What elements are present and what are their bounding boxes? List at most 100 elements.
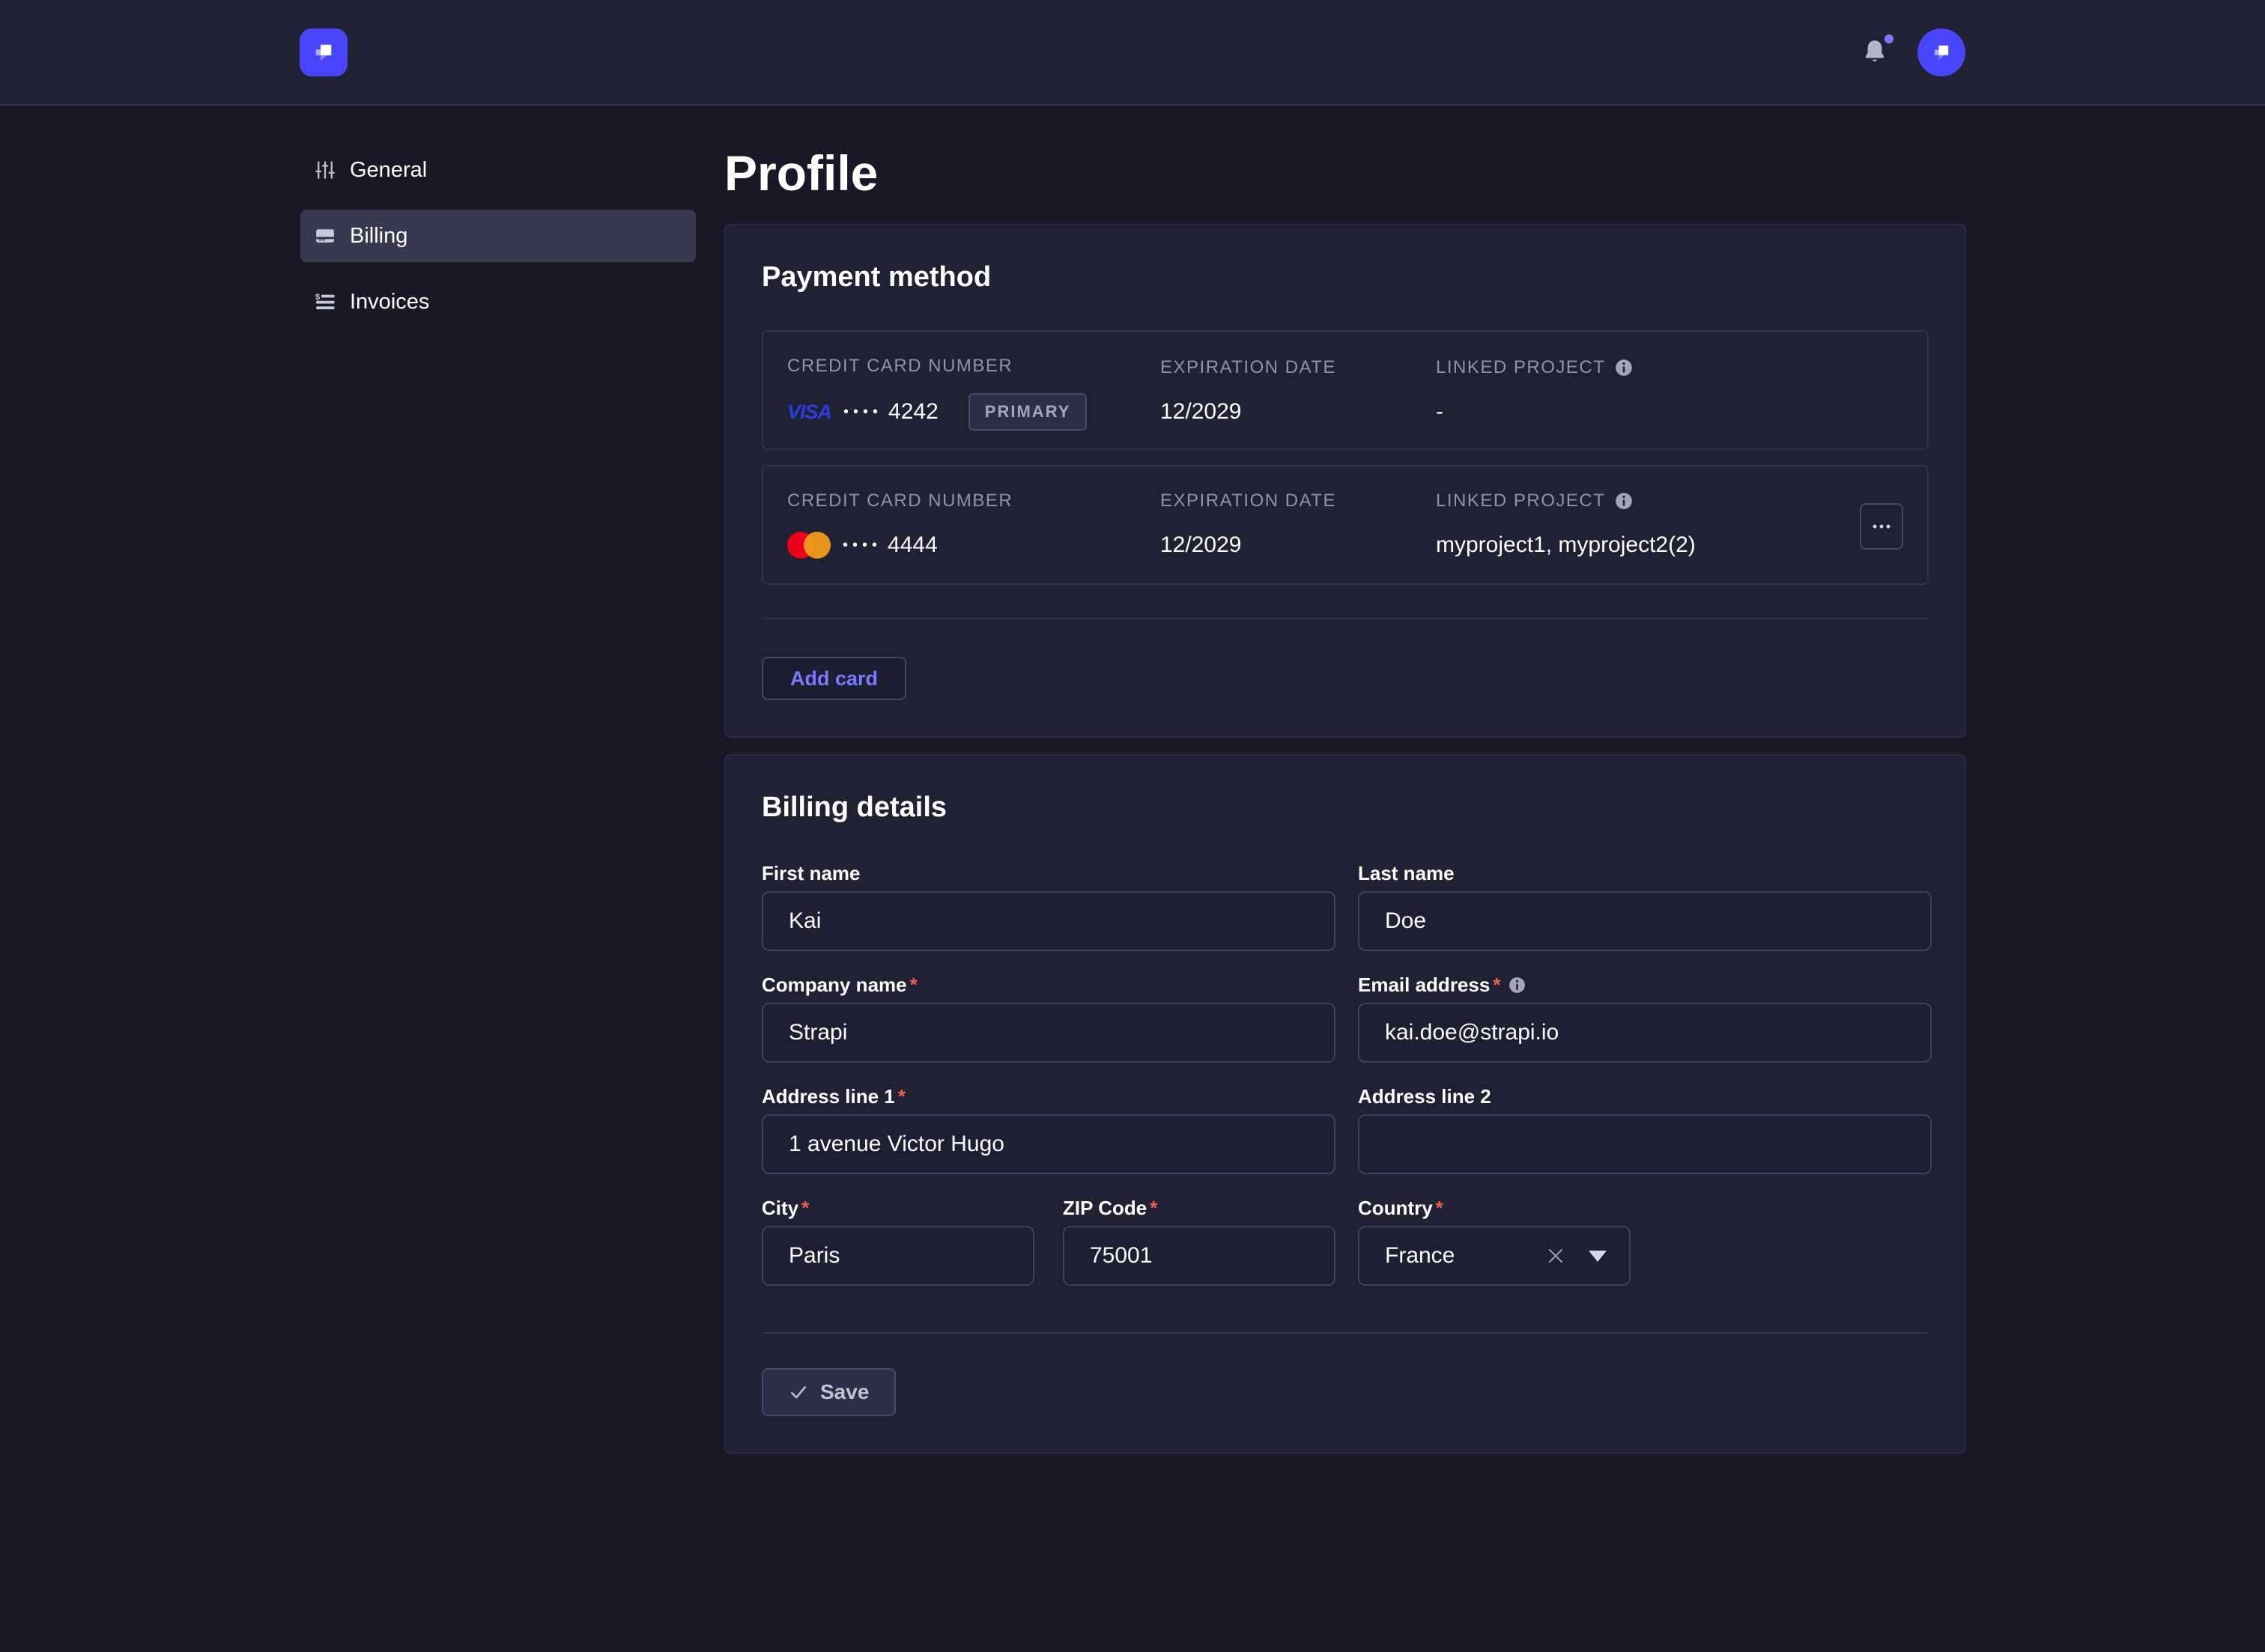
more-options-icon: [1872, 523, 1891, 529]
avatar-strapi-icon: [1929, 40, 1954, 65]
address-line2-field: Address line 2: [1358, 1085, 1932, 1174]
payment-method-card: Payment method CREDIT CARD NUMBER VISA •…: [724, 224, 1966, 738]
label-text: Company name: [762, 974, 907, 997]
card-last4: 4444: [888, 532, 938, 558]
credit-card-number-header: CREDIT CARD NUMBER: [787, 491, 1160, 511]
country-label: Country*: [1358, 1197, 1932, 1220]
city-zip-row: City* ZIP Code*: [762, 1197, 1335, 1286]
country-field: Country* France: [1358, 1197, 1932, 1286]
card-number-cell: CREDIT CARD NUMBER •••• 4444: [787, 491, 1160, 562]
user-avatar[interactable]: [1917, 28, 1965, 76]
add-card-button[interactable]: Add card: [762, 657, 906, 700]
billing-details-card: Billing details First name Last name: [724, 754, 1966, 1454]
credit-card-icon: [314, 225, 336, 247]
expiration-cell: EXPIRATION DATE 12/2029: [1160, 491, 1436, 562]
label-text: Address line 2: [1358, 1085, 1491, 1108]
sidebar-item-invoices[interactable]: $ Invoices: [300, 276, 696, 328]
svg-text:$: $: [315, 293, 321, 302]
top-bar: [0, 0, 2265, 106]
address-line2-input[interactable]: [1358, 1114, 1932, 1174]
billing-form: First name Last name Company name*: [762, 862, 1929, 1286]
label-text: Last name: [1358, 862, 1455, 885]
card-number-value: •••• 4444: [787, 528, 1160, 562]
email-address-label: Email address*: [1358, 974, 1932, 997]
zip-code-input[interactable]: [1063, 1226, 1335, 1286]
email-address-input[interactable]: [1358, 1003, 1932, 1063]
main-content: Profile Payment method CREDIT CARD NUMBE…: [724, 144, 1966, 1454]
required-asterisk: *: [1436, 1197, 1443, 1220]
topbar-actions: [1859, 28, 1965, 76]
address-line1-field: Address line 1*: [762, 1085, 1335, 1174]
credit-card-row-visa: CREDIT CARD NUMBER VISA •••• 4242 PRIMAR…: [762, 330, 1929, 450]
linked-project-header-text: LINKED PROJECT: [1436, 491, 1605, 511]
last-name-field: Last name: [1358, 862, 1932, 951]
country-select[interactable]: France: [1358, 1226, 1631, 1286]
zip-code-field: ZIP Code*: [1063, 1197, 1335, 1286]
required-asterisk: *: [801, 1197, 809, 1220]
zip-code-label: ZIP Code*: [1063, 1197, 1335, 1220]
card-more-options-button[interactable]: [1860, 503, 1903, 550]
city-label: City*: [762, 1197, 1034, 1220]
notification-dot: [1885, 34, 1893, 43]
invoice-icon: $: [314, 291, 336, 313]
mastercard-logo: [787, 531, 831, 559]
masked-digits: ••••: [843, 404, 882, 421]
linked-project-value: myproject1, myproject2(2): [1436, 528, 1858, 562]
expiration-value: 12/2029: [1160, 528, 1436, 562]
linked-project-cell: LINKED PROJECT -: [1436, 357, 1858, 429]
billing-divider: [762, 1332, 1929, 1334]
sidebar-item-general[interactable]: General: [300, 144, 696, 196]
masked-digits: ••••: [843, 537, 882, 554]
company-name-field: Company name*: [762, 974, 1335, 1063]
linked-project-header-text: LINKED PROJECT: [1436, 357, 1605, 378]
strapi-logo[interactable]: [300, 28, 348, 76]
required-asterisk: *: [898, 1085, 906, 1108]
expiration-date-header: EXPIRATION DATE: [1160, 357, 1436, 378]
label-text: Country: [1358, 1197, 1433, 1220]
credit-card-row-mastercard: CREDIT CARD NUMBER •••• 4444 EXPIRATION …: [762, 465, 1929, 585]
sidebar-item-label: Invoices: [350, 290, 429, 315]
required-asterisk: *: [910, 974, 918, 997]
info-icon[interactable]: [1614, 358, 1634, 377]
primary-badge: PRIMARY: [968, 393, 1088, 431]
expiration-value: 12/2029: [1160, 395, 1436, 429]
company-name-input[interactable]: [762, 1003, 1335, 1063]
card-number-cell: CREDIT CARD NUMBER VISA •••• 4242 PRIMAR…: [787, 356, 1160, 431]
linked-project-header: LINKED PROJECT: [1436, 357, 1858, 378]
label-text: City: [762, 1197, 798, 1220]
payment-method-heading: Payment method: [762, 260, 1929, 294]
city-input[interactable]: [762, 1226, 1034, 1286]
card-last4: 4242: [888, 399, 939, 425]
address-line2-label: Address line 2: [1358, 1085, 1932, 1108]
notifications-button[interactable]: [1859, 36, 1890, 69]
linked-project-cell: LINKED PROJECT myproject1, myproject2(2): [1436, 491, 1858, 562]
required-asterisk: *: [1493, 974, 1500, 997]
info-icon[interactable]: [1614, 491, 1634, 511]
settings-sidebar: General Billing $: [300, 144, 696, 1454]
label-text: First name: [762, 862, 861, 885]
company-name-label: Company name*: [762, 974, 1335, 997]
city-field: City*: [762, 1197, 1034, 1286]
strapi-logo-icon: [309, 38, 338, 67]
save-button[interactable]: Save: [762, 1368, 896, 1416]
last-name-label: Last name: [1358, 862, 1932, 885]
sidebar-item-label: Billing: [350, 224, 407, 249]
page-layout: General Billing $: [0, 106, 2265, 1454]
label-text: Address line 1: [762, 1085, 895, 1108]
last-name-input[interactable]: [1358, 891, 1932, 951]
first-name-input[interactable]: [762, 891, 1335, 951]
label-text: ZIP Code: [1063, 1197, 1147, 1220]
chevron-down-icon[interactable]: [1589, 1251, 1607, 1262]
clear-icon[interactable]: [1547, 1247, 1565, 1265]
credit-card-number-header: CREDIT CARD NUMBER: [787, 356, 1160, 377]
address-line1-input[interactable]: [762, 1114, 1335, 1174]
info-icon[interactable]: [1508, 976, 1527, 995]
payment-divider: [762, 618, 1929, 619]
sidebar-item-billing[interactable]: Billing: [300, 210, 696, 262]
address-line1-label: Address line 1*: [762, 1085, 1335, 1108]
required-asterisk: *: [1150, 1197, 1157, 1220]
visa-logo: VISA: [787, 401, 831, 424]
card-number-value: VISA •••• 4242 PRIMARY: [787, 393, 1160, 431]
linked-project-header: LINKED PROJECT: [1436, 491, 1858, 511]
country-select-value: France: [1385, 1243, 1547, 1269]
